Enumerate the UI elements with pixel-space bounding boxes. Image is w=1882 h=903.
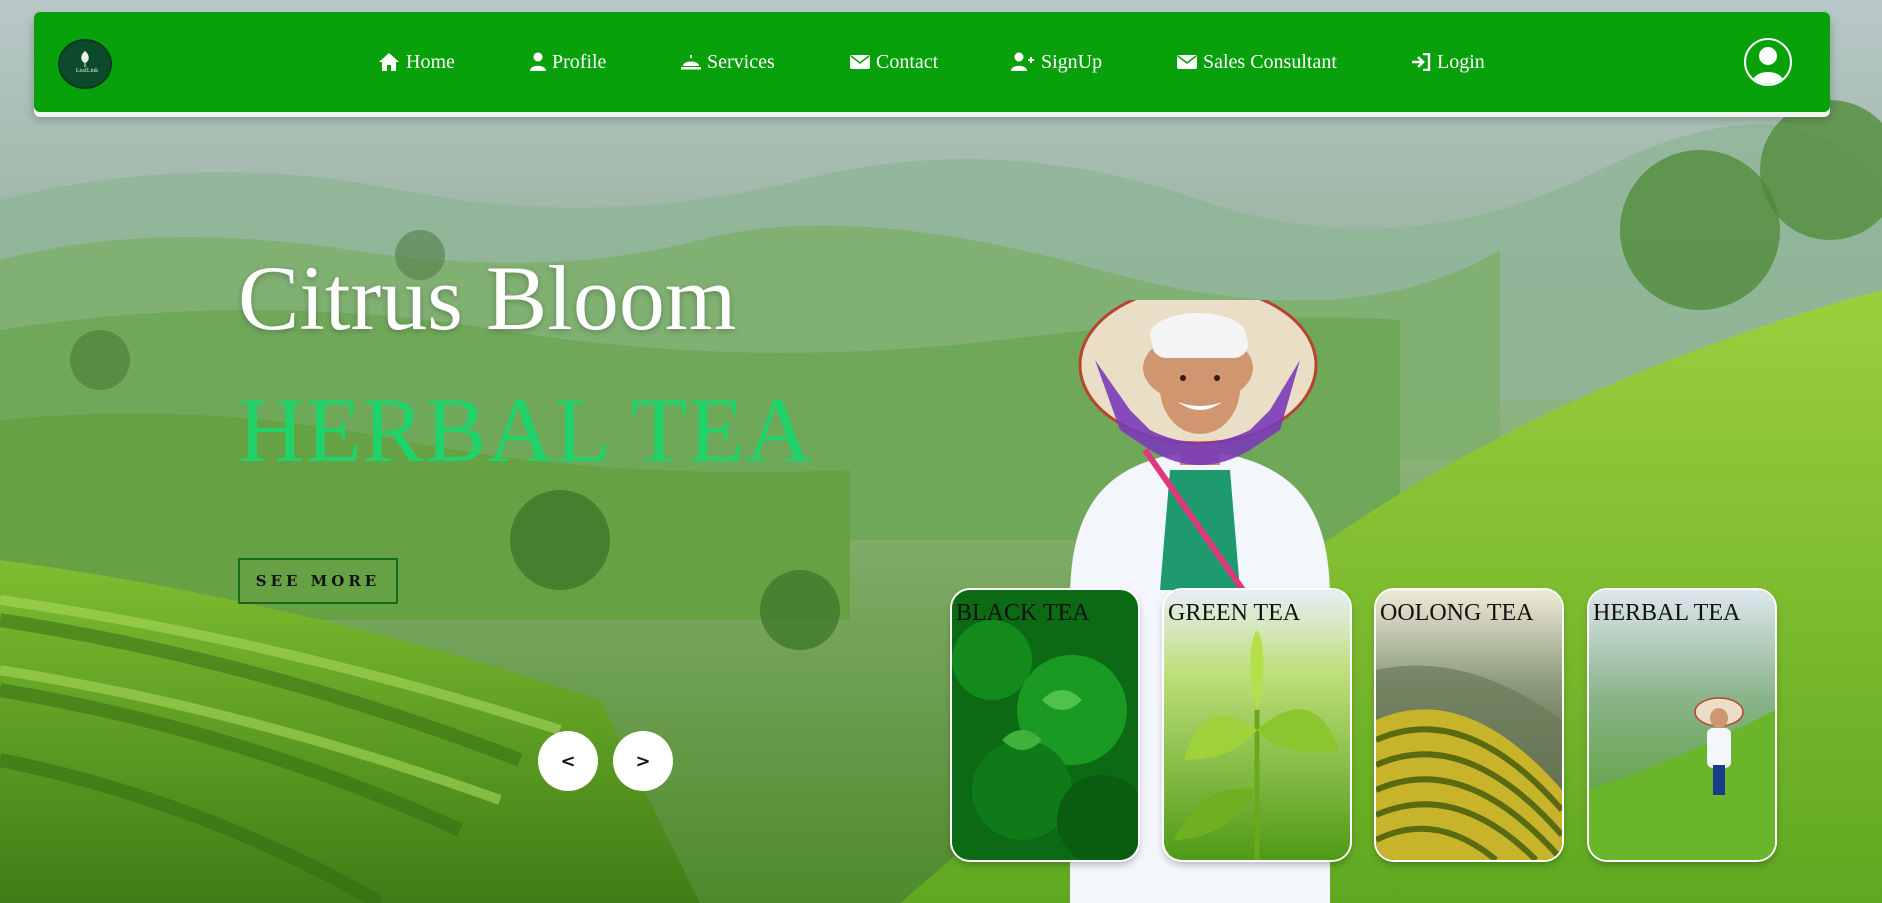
nav-signup[interactable]: SignUp bbox=[1011, 48, 1102, 76]
tea-card-green-label: GREEN TEA bbox=[1168, 600, 1301, 626]
nav-login[interactable]: Login bbox=[1411, 48, 1485, 76]
prev-slide-button[interactable]: < bbox=[538, 731, 598, 791]
nav-contact-label: Contact bbox=[876, 50, 939, 73]
user-circle-icon bbox=[1752, 47, 1784, 84]
green-tea-image bbox=[1164, 590, 1350, 860]
tea-card-herbal[interactable]: HERBAL TEA bbox=[1589, 590, 1775, 860]
nav-login-label: Login bbox=[1437, 50, 1485, 73]
envelope-icon bbox=[1177, 55, 1197, 69]
black-tea-image bbox=[952, 590, 1138, 860]
oolong-tea-image bbox=[1376, 590, 1562, 860]
logo-text: LeafLink bbox=[75, 68, 99, 74]
hero-subtitle: HERBAL TEA bbox=[238, 379, 813, 481]
brand-logo[interactable]: LeafLink bbox=[58, 39, 112, 89]
hero-title: Citrus Bloom bbox=[238, 247, 737, 349]
tea-card-green[interactable]: GREEN TEA bbox=[1164, 590, 1350, 860]
next-slide-button[interactable]: > bbox=[613, 731, 673, 791]
nav-contact[interactable]: Contact bbox=[850, 48, 938, 76]
top-navbar: LeafLink Home Profile Services Contact S… bbox=[34, 12, 1830, 112]
tea-card-black[interactable]: BLACK TEA bbox=[952, 590, 1138, 860]
tea-card-herbal-label: HERBAL TEA bbox=[1593, 600, 1741, 626]
tea-card-black-label: BLACK TEA bbox=[956, 600, 1090, 626]
envelope-icon bbox=[850, 55, 870, 69]
tea-card-oolong[interactable]: OOLONG TEA bbox=[1376, 590, 1562, 860]
home-icon bbox=[379, 53, 399, 71]
nav-profile[interactable]: Profile bbox=[530, 48, 606, 76]
nav-sales-consultant[interactable]: Sales Consultant bbox=[1177, 48, 1337, 76]
user-plus-icon bbox=[1011, 52, 1034, 71]
tea-card-oolong-label: OOLONG TEA bbox=[1380, 600, 1534, 626]
herbal-tea-image bbox=[1589, 590, 1775, 860]
sign-in-icon bbox=[1412, 53, 1431, 71]
user-avatar[interactable] bbox=[1744, 38, 1792, 86]
nav-services[interactable]: Services bbox=[681, 48, 775, 76]
bell-service-icon bbox=[681, 55, 701, 70]
see-more-button[interactable]: SEE MORE bbox=[238, 558, 398, 604]
leaf-logo-icon bbox=[81, 51, 89, 67]
user-icon bbox=[530, 52, 546, 71]
nav-home[interactable]: Home bbox=[378, 48, 455, 76]
nav-signup-label: SignUp bbox=[1041, 50, 1103, 73]
nav-sales-consultant-label: Sales Consultant bbox=[1203, 50, 1337, 73]
nav-home-label: Home bbox=[406, 50, 455, 73]
nav-profile-label: Profile bbox=[552, 50, 607, 73]
nav-services-label: Services bbox=[707, 50, 775, 73]
